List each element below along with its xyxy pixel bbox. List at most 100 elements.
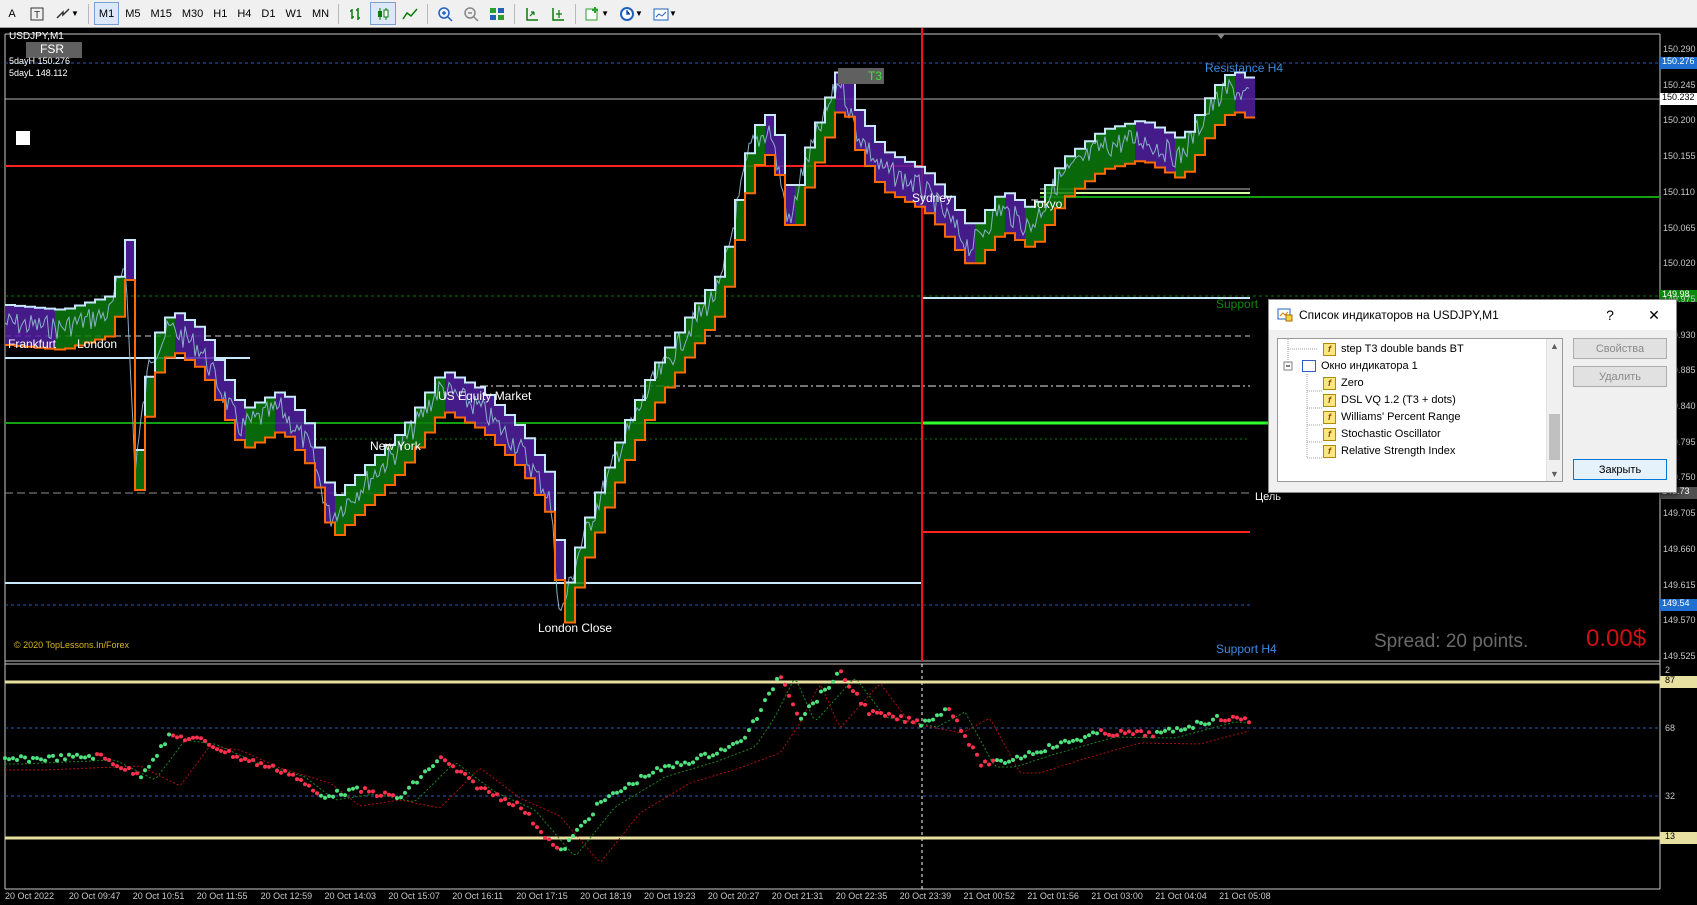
tf-h1-button[interactable]: H1 [209, 2, 231, 25]
osc-dot [871, 709, 875, 713]
osc-dot [279, 770, 283, 775]
osc-dot [859, 701, 863, 706]
properties-button[interactable]: Свойства [1573, 338, 1667, 359]
close-button[interactable]: Закрыть [1573, 459, 1667, 480]
tree-item[interactable]: f DSL VQ 1.2 (T3 + dots) [1323, 391, 1456, 409]
object-marker[interactable] [16, 131, 30, 145]
tile-windows-button[interactable] [485, 2, 509, 25]
zoom-out-button[interactable] [459, 2, 483, 25]
chart-shift-button[interactable] [546, 2, 570, 25]
band-segment [795, 185, 805, 225]
profit-label: 0.00$ [1586, 625, 1647, 652]
text-label-icon: T [30, 7, 44, 21]
osc-dot [391, 793, 395, 798]
scroll-thumb[interactable] [1549, 414, 1560, 460]
tree-scrollbar[interactable]: ▲ ▼ [1546, 339, 1562, 481]
band-segment [555, 540, 565, 580]
osc-dot [511, 803, 515, 808]
indicator-tree[interactable]: f step T3 double bands BT Окно индикатора… [1277, 338, 1563, 482]
osc-dot [3, 756, 7, 761]
tf-d1-button[interactable]: D1 [257, 2, 279, 25]
arrows-tool-button[interactable]: ▼ [51, 2, 83, 25]
osc-dot [315, 791, 319, 796]
osc-dot [847, 684, 851, 689]
help-button[interactable]: ? [1588, 300, 1632, 330]
osc-dot [991, 758, 995, 763]
dialog-titlebar[interactable]: Список индикаторов на USDJPY,M1 ? ✕ [1269, 300, 1676, 330]
osc-dot [1019, 756, 1023, 761]
text-tool-button[interactable]: A [1, 2, 23, 25]
osc-dot [575, 827, 579, 832]
osc-dot [699, 753, 703, 757]
osc-dot [623, 786, 627, 791]
periods-button[interactable]: ▼ [615, 2, 647, 25]
price-tag-label: 150.232 [1662, 92, 1695, 102]
tf-m5-button[interactable]: M5 [121, 2, 144, 25]
band-segment [1155, 127, 1165, 168]
scroll-up-icon[interactable]: ▲ [1550, 341, 1559, 351]
time-tick-label: 20 Oct 21:31 [771, 891, 824, 901]
tree-item[interactable]: f Williams' Percent Range [1323, 408, 1460, 426]
osc-dot [367, 789, 371, 794]
osc-dot [807, 704, 811, 709]
osc-dot [607, 794, 611, 799]
close-icon[interactable]: ✕ [1632, 300, 1676, 330]
osc-dot [407, 785, 411, 790]
time-tick-label: 20 Oct 20:27 [707, 891, 760, 901]
tree-item[interactable]: f step T3 double bands BT [1323, 340, 1464, 358]
price-tick-label: 149.525 [1663, 650, 1696, 661]
tree-item[interactable]: f Zero [1323, 374, 1364, 392]
osc-dot [335, 788, 339, 793]
band-segment [755, 125, 765, 165]
tf-mn-button[interactable]: MN [308, 2, 333, 25]
band-fill [5, 72, 1255, 623]
tf-m1-button[interactable]: M1 [93, 2, 120, 25]
delete-button[interactable]: Удалить [1573, 366, 1667, 387]
line-chart-button[interactable] [398, 2, 422, 25]
osc-dot [455, 769, 459, 774]
tree-item[interactable]: f Relative Strength Index [1323, 442, 1455, 460]
osc-dot [227, 748, 231, 753]
tree-item-window[interactable]: Окно индикатора 1 [1302, 357, 1418, 375]
osc-dot [403, 790, 407, 795]
tf-h4-button[interactable]: H4 [233, 2, 255, 25]
osc-dot [1191, 726, 1195, 730]
auto-scroll-button[interactable] [520, 2, 544, 25]
osc-dot [999, 758, 1003, 763]
osc-dot [303, 782, 307, 787]
label-tool-button[interactable]: T [25, 2, 49, 25]
osc-dot [719, 747, 723, 752]
band-segment [985, 210, 995, 250]
osc-dot [555, 845, 559, 850]
price-tick-label: 149.570 [1663, 615, 1696, 626]
osc-dot [1051, 745, 1055, 750]
zoom-in-button[interactable] [433, 2, 457, 25]
tf-m30-button[interactable]: M30 [178, 2, 207, 25]
price-tick-label: 149.660 [1663, 543, 1696, 554]
indicators-button[interactable]: ▼ [581, 2, 613, 25]
osc-dot [351, 786, 355, 791]
osc-dot [255, 763, 259, 768]
shift-marker[interactable] [1217, 34, 1225, 39]
bar-chart-button[interactable] [344, 2, 368, 25]
osc-dot [463, 771, 467, 776]
osc-dot [195, 735, 199, 740]
osc-dot [91, 756, 95, 761]
tf-m15-button[interactable]: M15 [146, 2, 175, 25]
osc-dot [835, 671, 839, 676]
scroll-down-icon[interactable]: ▼ [1550, 469, 1559, 479]
candle-chart-button[interactable] [370, 2, 397, 25]
tree-item[interactable]: f Stochastic Oscillator [1323, 425, 1441, 443]
osc-dot [1231, 714, 1235, 719]
osc-dot [1131, 732, 1135, 737]
template-icon [653, 8, 669, 20]
osc-dot [527, 811, 531, 816]
templates-button[interactable]: ▼ [649, 2, 681, 25]
time-tick-label: 21 Oct 05:08 [1219, 891, 1271, 901]
osc-dot [651, 770, 655, 775]
osc-dot [659, 768, 663, 773]
tf-w1-button[interactable]: W1 [281, 2, 306, 25]
fsr-button[interactable]: FSR [40, 42, 64, 56]
osc-dot [803, 712, 807, 716]
band-segment [535, 455, 545, 495]
